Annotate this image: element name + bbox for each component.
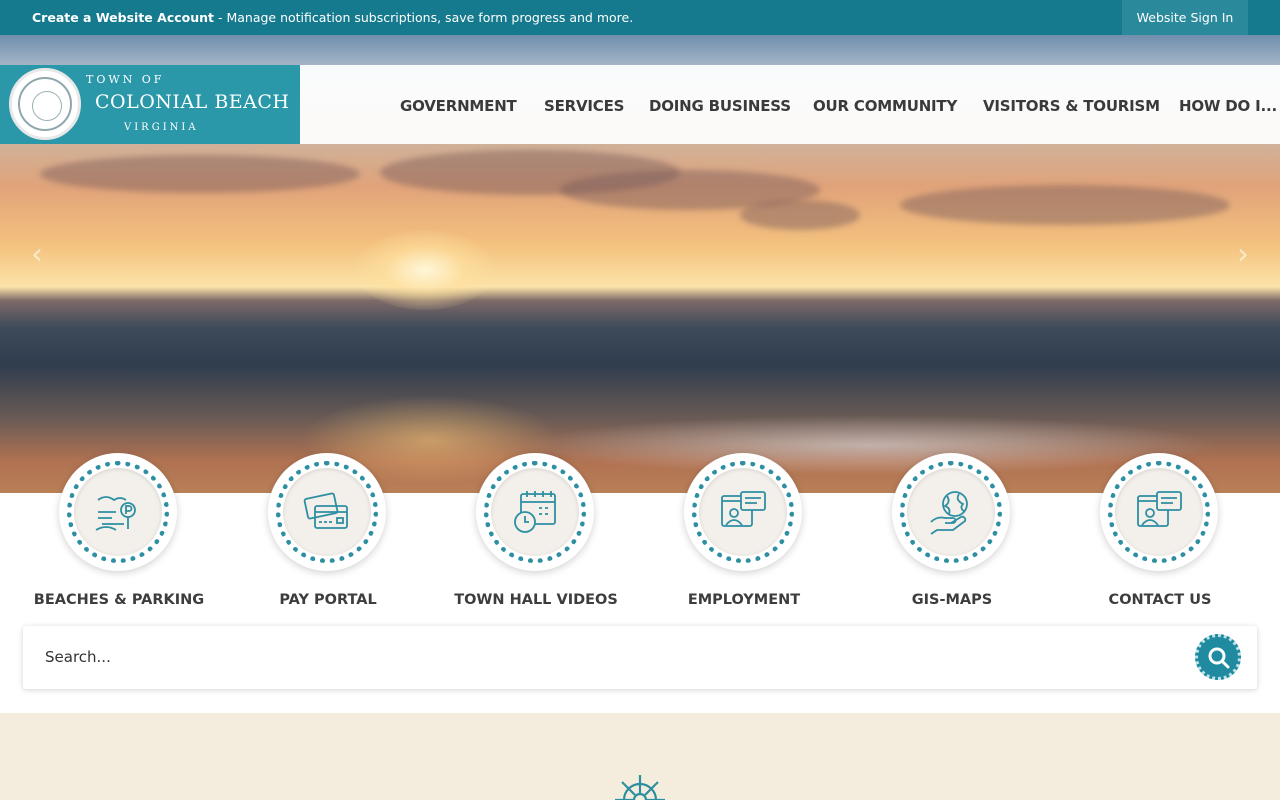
chevron-right-icon[interactable]: ›	[1228, 235, 1258, 275]
person-chat-icon	[721, 491, 766, 527]
hand-globe-icon	[930, 491, 968, 535]
search-icon	[1208, 647, 1230, 669]
nav-our-community[interactable]: OUR COMMUNITY	[813, 97, 957, 115]
quick-link-pay-portal[interactable]: PAY PORTAL	[238, 453, 418, 613]
quick-link-label: GIS-MAPS	[911, 592, 993, 608]
create-account-link[interactable]: Create a Website Account	[32, 10, 214, 25]
quick-link-label: BEACHES & PARKING	[33, 592, 205, 608]
chevron-left-icon[interactable]: ‹	[22, 235, 52, 275]
site-header: TOWN OF COLONIAL BEACH VIRGINIA GOVERNME…	[0, 65, 1280, 144]
logo-line-1: TOWN OF	[86, 73, 165, 86]
logo-line-2: COLONIAL BEACH	[95, 91, 290, 113]
account-message: Create a Website Account - Manage notifi…	[32, 10, 633, 25]
nav-services[interactable]: SERVICES	[544, 97, 624, 115]
search-button[interactable]	[1195, 634, 1241, 680]
nav-how-do-i[interactable]: HOW DO I...	[1179, 97, 1277, 115]
quick-link-contact-us[interactable]: CONTACT US	[1070, 453, 1250, 613]
top-bar: Create a Website Account - Manage notifi…	[0, 0, 1280, 35]
featured-section	[0, 713, 1280, 800]
quick-link-town-hall-videos[interactable]: TOWN HALL VIDEOS	[446, 453, 626, 613]
quick-link-label: EMPLOYMENT	[687, 592, 801, 608]
site-logo[interactable]: TOWN OF COLONIAL BEACH VIRGINIA	[0, 65, 300, 144]
quick-link-label: CONTACT US	[1108, 592, 1212, 608]
nav-government[interactable]: GOVERNMENT	[400, 97, 517, 115]
search-bar: Search...	[23, 626, 1257, 689]
search-input[interactable]: Search...	[45, 648, 111, 666]
quick-link-label: PAY PORTAL	[279, 592, 377, 608]
account-description: - Manage notification subscriptions, sav…	[214, 10, 634, 25]
quick-link-employment[interactable]: EMPLOYMENT	[654, 453, 834, 613]
credit-card-icon	[303, 492, 348, 529]
town-seal-icon	[9, 68, 81, 140]
website-sign-in-button[interactable]: Website Sign In	[1122, 0, 1248, 35]
quick-link-label: TOWN HALL VIDEOS	[454, 592, 618, 608]
beach-parking-icon	[95, 496, 136, 531]
ship-wheel-icon	[615, 775, 665, 800]
nav-visitors-tourism[interactable]: VISITORS & TOURISM	[983, 97, 1160, 115]
logo-line-3: VIRGINIA	[124, 122, 199, 133]
quick-link-beaches-parking[interactable]: BEACHES & PARKING	[29, 453, 209, 613]
nav-doing-business[interactable]: DOING BUSINESS	[649, 97, 791, 115]
calendar-clock-icon	[514, 491, 556, 533]
quick-link-gis-maps[interactable]: GIS-MAPS	[862, 453, 1042, 613]
contact-chat-icon	[1137, 491, 1182, 527]
